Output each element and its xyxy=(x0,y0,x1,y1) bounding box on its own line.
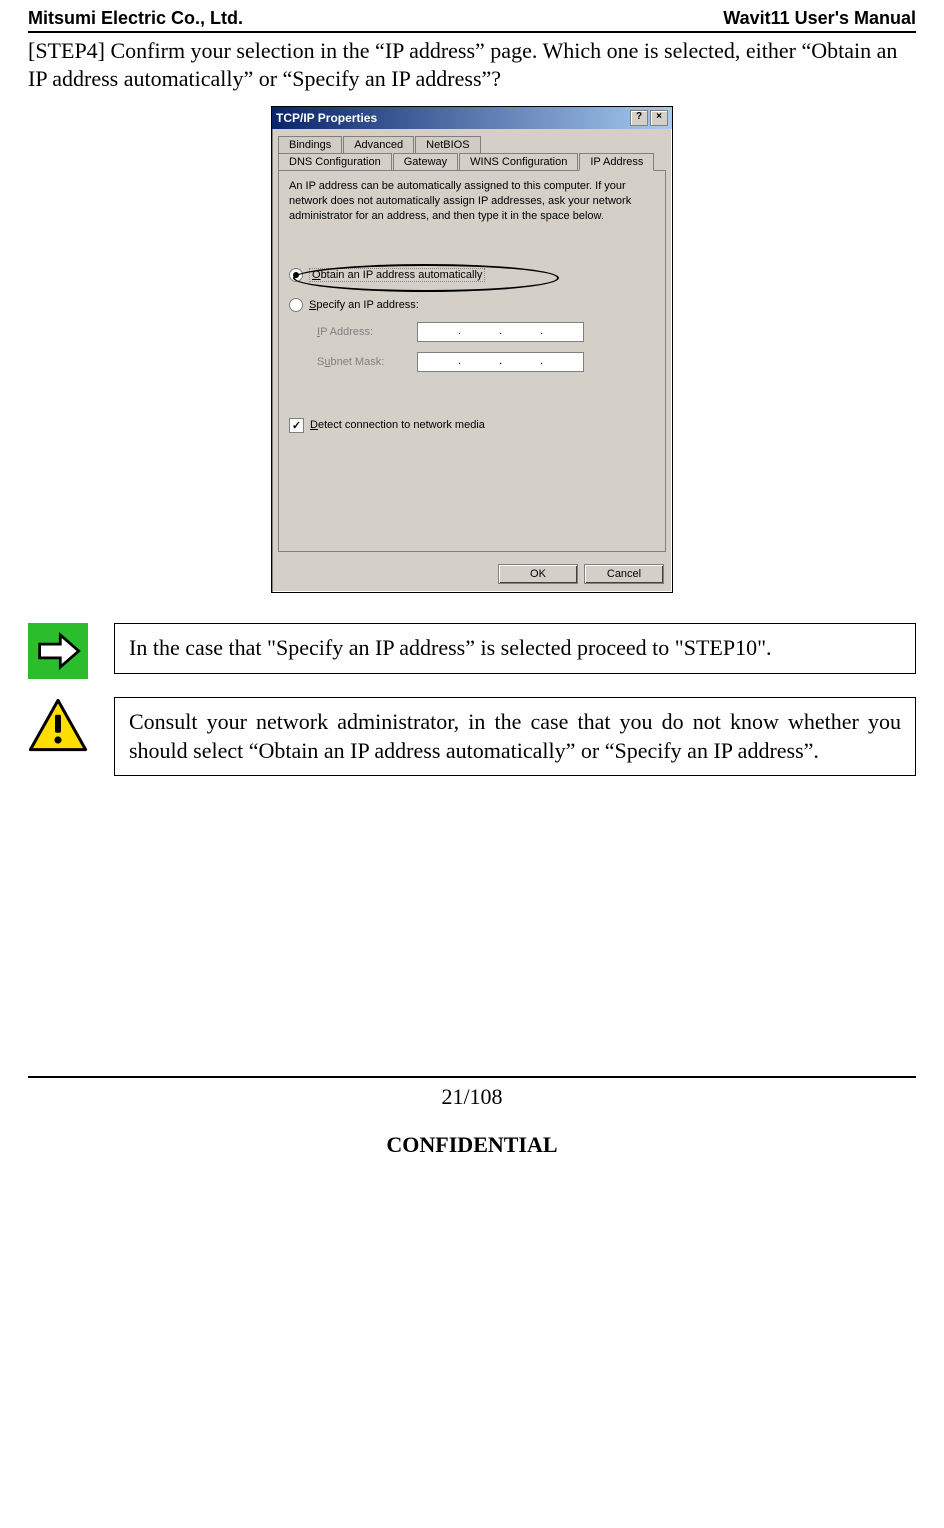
panel-description: An IP address can be automatically assig… xyxy=(289,179,655,224)
page-number: 21/108 xyxy=(28,1084,916,1110)
radio-obtain-auto[interactable]: Obtain an IP address automatically xyxy=(289,268,655,282)
note-go-box: In the case that "Specify an IP address”… xyxy=(114,623,916,674)
checkbox-icon: ✓ xyxy=(289,418,304,433)
header-right: Wavit11 User's Manual xyxy=(723,8,916,29)
header-left: Mitsumi Electric Co., Ltd. xyxy=(28,8,243,29)
dialog-title: TCP/IP Properties xyxy=(276,111,377,125)
tab-advanced[interactable]: Advanced xyxy=(343,136,414,153)
ip-address-input[interactable]: . . . xyxy=(417,322,584,342)
go-arrow-icon xyxy=(28,623,88,679)
radio-icon xyxy=(289,298,303,312)
radio-obtain-label: btain an IP address automatically xyxy=(321,269,483,281)
tab-netbios[interactable]: NetBIOS xyxy=(415,136,480,153)
confidential-label: CONFIDENTIAL xyxy=(28,1132,916,1158)
footer-rule xyxy=(28,1076,916,1078)
warning-icon xyxy=(28,697,88,753)
tab-ip-address[interactable]: IP Address xyxy=(579,153,654,171)
tab-gateway[interactable]: Gateway xyxy=(393,153,458,171)
dialog-titlebar: TCP/IP Properties ? × xyxy=(272,107,672,129)
ok-button[interactable]: OK xyxy=(498,564,578,584)
subnet-mask-input[interactable]: . . . xyxy=(417,352,584,372)
header-rule xyxy=(28,31,916,33)
tab-dns[interactable]: DNS Configuration xyxy=(278,153,392,171)
radio-specify-label: pecify an IP address: xyxy=(316,299,419,311)
tab-bindings[interactable]: Bindings xyxy=(278,136,342,153)
cancel-button[interactable]: Cancel xyxy=(584,564,664,584)
help-icon[interactable]: ? xyxy=(630,110,648,126)
step4-text: [STEP4] Confirm your selection in the “I… xyxy=(28,37,916,92)
radio-specify-ip[interactable]: Specify an IP address: xyxy=(289,298,655,312)
ip-address-field: IP Address: . . . xyxy=(317,322,655,342)
tab-wins[interactable]: WINS Configuration xyxy=(459,153,578,171)
note-warn-box: Consult your network administrator, in t… xyxy=(114,697,916,776)
radio-icon xyxy=(289,268,303,282)
detect-label: etect connection to network media xyxy=(318,419,485,431)
tcpip-properties-dialog: TCP/IP Properties ? × Bindings Advanced … xyxy=(271,106,673,593)
subnet-mask-field: Subnet Mask: . . . xyxy=(317,352,655,372)
tab-panel: An IP address can be automatically assig… xyxy=(278,170,666,552)
detect-connection-checkbox[interactable]: ✓ Detect connection to network media xyxy=(289,418,655,433)
close-icon[interactable]: × xyxy=(650,110,668,126)
